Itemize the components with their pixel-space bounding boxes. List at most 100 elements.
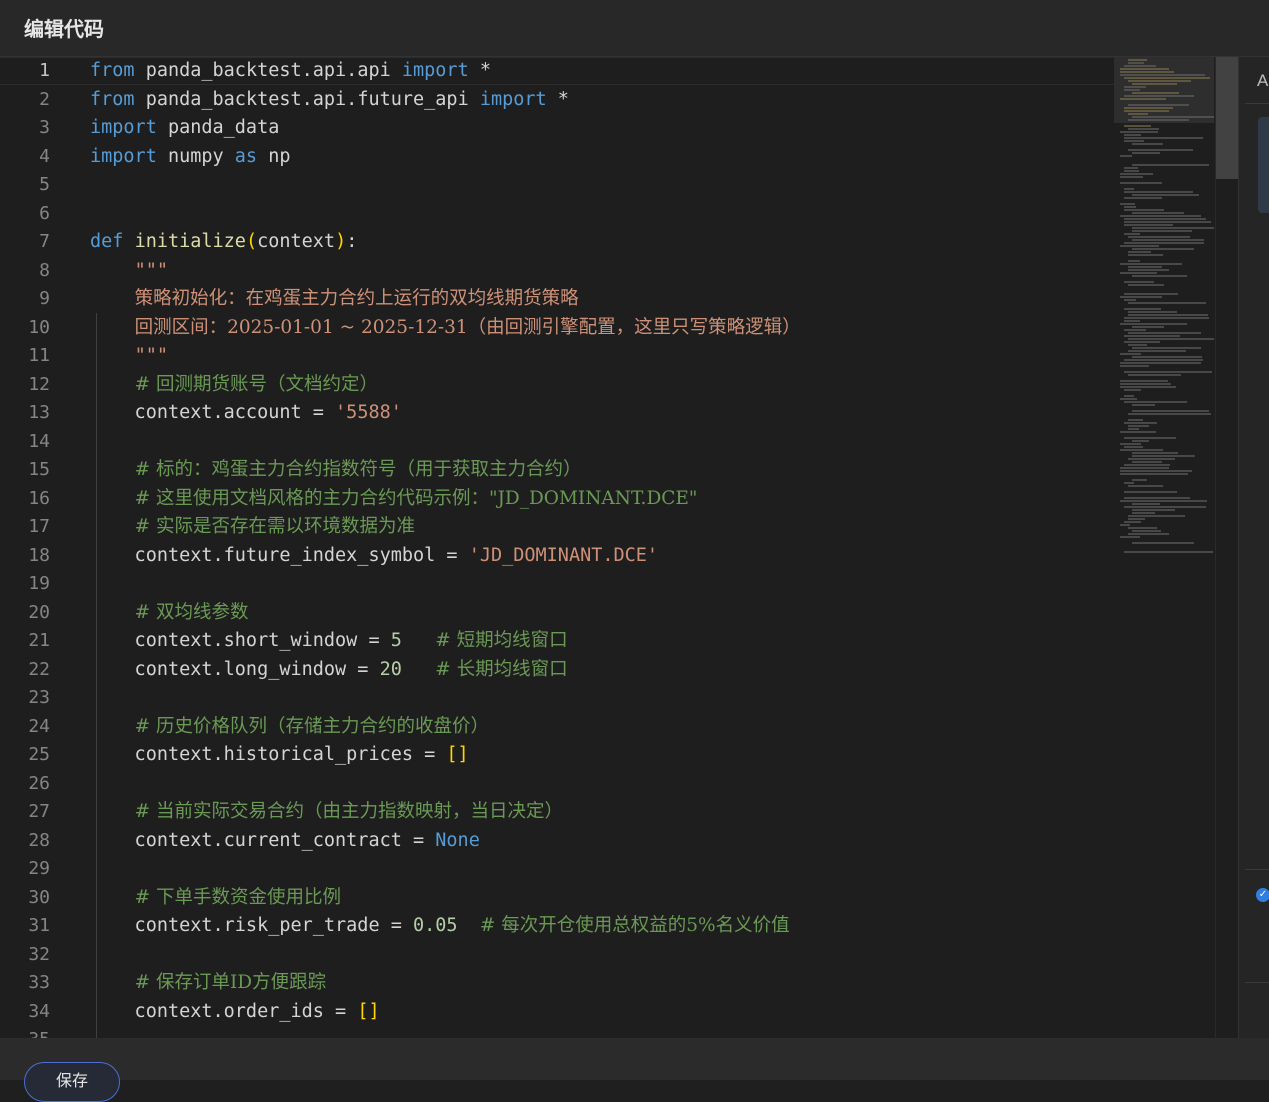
side-panel-card[interactable] xyxy=(1258,117,1269,213)
minimap-line xyxy=(1120,215,1201,217)
divider xyxy=(1245,982,1269,983)
code-line[interactable] xyxy=(90,428,1114,457)
code-line[interactable]: 回测区间：2025-01-01 ~ 2025-12-31（由回测引擎配置，这里只… xyxy=(90,314,1114,343)
line-number: 32 xyxy=(28,943,50,965)
code-line[interactable]: context.current_contract = None xyxy=(90,827,1114,856)
line-number: 31 xyxy=(28,915,50,936)
code-content[interactable]: from panda_backtest.api.api import * from… xyxy=(90,57,1114,1038)
minimap-line xyxy=(1132,239,1204,241)
minimap-line xyxy=(1124,197,1162,199)
code-line[interactable]: context.short_window = 5 # 短期均线窗口 xyxy=(90,627,1114,656)
code-token: # 长期均线窗口 xyxy=(435,658,568,680)
save-button[interactable]: 保存 xyxy=(24,1062,120,1102)
code-line[interactable]: # 回测期货账号（文档约定） xyxy=(90,371,1114,400)
code-line[interactable] xyxy=(90,171,1114,200)
minimap-line xyxy=(1120,296,1162,298)
line-number: 24 xyxy=(28,715,50,737)
code-line[interactable]: # 历史价格队列（存储主力合约的收盘价） xyxy=(90,713,1114,742)
minimap-line xyxy=(1124,341,1160,343)
minimap-line xyxy=(1124,446,1143,448)
minimap-line xyxy=(1132,326,1164,328)
code-line[interactable] xyxy=(90,855,1114,884)
minimap-line xyxy=(1120,245,1159,247)
code-token: context.short_window = xyxy=(90,630,391,651)
minimap-line xyxy=(1120,443,1141,445)
code-token: # 保存订单ID方便跟踪 xyxy=(134,972,327,993)
minimap-line xyxy=(1128,128,1159,130)
code-line[interactable]: """ xyxy=(90,257,1114,286)
code-line[interactable]: context.long_window = 20 # 长期均线窗口 xyxy=(90,656,1114,685)
line-number: 33 xyxy=(28,972,50,993)
minimap-line xyxy=(1132,275,1187,277)
code-line[interactable]: context.order_ids = [] xyxy=(90,998,1114,1027)
code-token: : xyxy=(346,231,358,252)
minimap-line xyxy=(1120,173,1153,175)
minimap-line xyxy=(1124,140,1144,142)
code-line[interactable] xyxy=(90,570,1114,599)
minimap-line xyxy=(1124,521,1141,523)
code-line[interactable]: def initialize(context): xyxy=(90,228,1114,257)
code-token: np xyxy=(257,145,291,167)
minimap-line xyxy=(1128,80,1191,82)
minimap-line xyxy=(1120,398,1137,400)
line-number: 35 xyxy=(0,1026,50,1038)
scrollbar-thumb[interactable] xyxy=(1216,57,1238,179)
code-line[interactable] xyxy=(90,684,1114,713)
minimap[interactable] xyxy=(1114,57,1214,1038)
code-line[interactable]: import numpy as np xyxy=(90,143,1114,172)
code-line[interactable]: from panda_backtest.api.api import * xyxy=(90,57,1114,86)
vertical-scrollbar[interactable] xyxy=(1215,57,1238,1038)
minimap-line xyxy=(1128,527,1157,529)
code-token: context.order_ids = xyxy=(90,1000,358,1022)
code-line[interactable]: from panda_backtest.api.future_api impor… xyxy=(90,86,1114,115)
code-line[interactable]: context.historical_prices = [] xyxy=(90,741,1114,770)
minimap-line xyxy=(1128,311,1177,313)
code-line[interactable] xyxy=(90,1026,1114,1038)
code-line[interactable]: # 这里使用文档风格的主力合约代码示例："JD_DOMINANT.DCE" xyxy=(90,485,1114,514)
code-line[interactable]: context.account = '5588' xyxy=(90,399,1114,428)
minimap-line xyxy=(1128,332,1201,334)
code-line[interactable]: 策略初始化：在鸡蛋主力合约上运行的双均线期货策略 xyxy=(90,285,1114,314)
code-token: # 短期均线窗口 xyxy=(435,630,568,651)
code-line[interactable] xyxy=(90,770,1114,799)
minimap-line xyxy=(1120,131,1158,133)
code-line[interactable]: import panda_data xyxy=(90,114,1114,143)
code-line[interactable]: # 下单手数资金使用比例 xyxy=(90,884,1114,913)
code-line[interactable]: # 实际是否存在需以环境数据为准 xyxy=(90,513,1114,542)
minimap-line xyxy=(1124,317,1209,319)
line-number: 23 xyxy=(28,687,50,708)
line-number: 34 xyxy=(28,1000,50,1022)
code-token: import xyxy=(401,60,469,81)
code-token: [] xyxy=(446,744,469,765)
line-number: 16 xyxy=(28,487,50,509)
minimap-line xyxy=(1124,110,1169,112)
minimap-line xyxy=(1132,356,1202,358)
code-line[interactable]: context.risk_per_trade = 0.05 # 每次开仓使用总权… xyxy=(90,912,1114,941)
code-editor[interactable]: 1 2 3 4 5 6 7 8 9 10 11 12 13 14 15 16 17 18 19 20 21 22 23 24 2… xyxy=(0,57,1238,1038)
side-panel: A ✓ xyxy=(1238,57,1269,1038)
code-line[interactable]: """ xyxy=(90,342,1114,371)
minimap-line xyxy=(1124,170,1139,172)
minimap-line xyxy=(1124,371,1212,373)
minimap-line xyxy=(1124,167,1138,169)
code-line[interactable] xyxy=(90,200,1114,229)
minimap-line xyxy=(1128,428,1139,430)
minimap-line xyxy=(1120,182,1162,184)
minimap-line xyxy=(1120,155,1132,157)
code-line[interactable]: context.future_index_symbol = 'JD_DOMINA… xyxy=(90,542,1114,571)
code-token: # 每次开仓使用总权益的5%名义价值 xyxy=(479,915,790,936)
minimap-line xyxy=(1132,542,1194,544)
code-line[interactable]: # 标的：鸡蛋主力合约指数符号（用于获取主力合约） xyxy=(90,456,1114,485)
line-number: 8 xyxy=(39,259,50,281)
minimap-line xyxy=(1120,536,1140,538)
code-token: context.risk_per_trade = xyxy=(90,915,414,936)
code-token: 5 xyxy=(390,630,402,651)
code-line[interactable]: # 当前实际交易合约（由主力指数映射，当日决定） xyxy=(90,798,1114,827)
code-line[interactable] xyxy=(90,941,1114,970)
code-line[interactable]: # 双均线参数 xyxy=(90,599,1114,628)
code-line[interactable]: # 保存订单ID方便跟踪 xyxy=(90,969,1114,998)
